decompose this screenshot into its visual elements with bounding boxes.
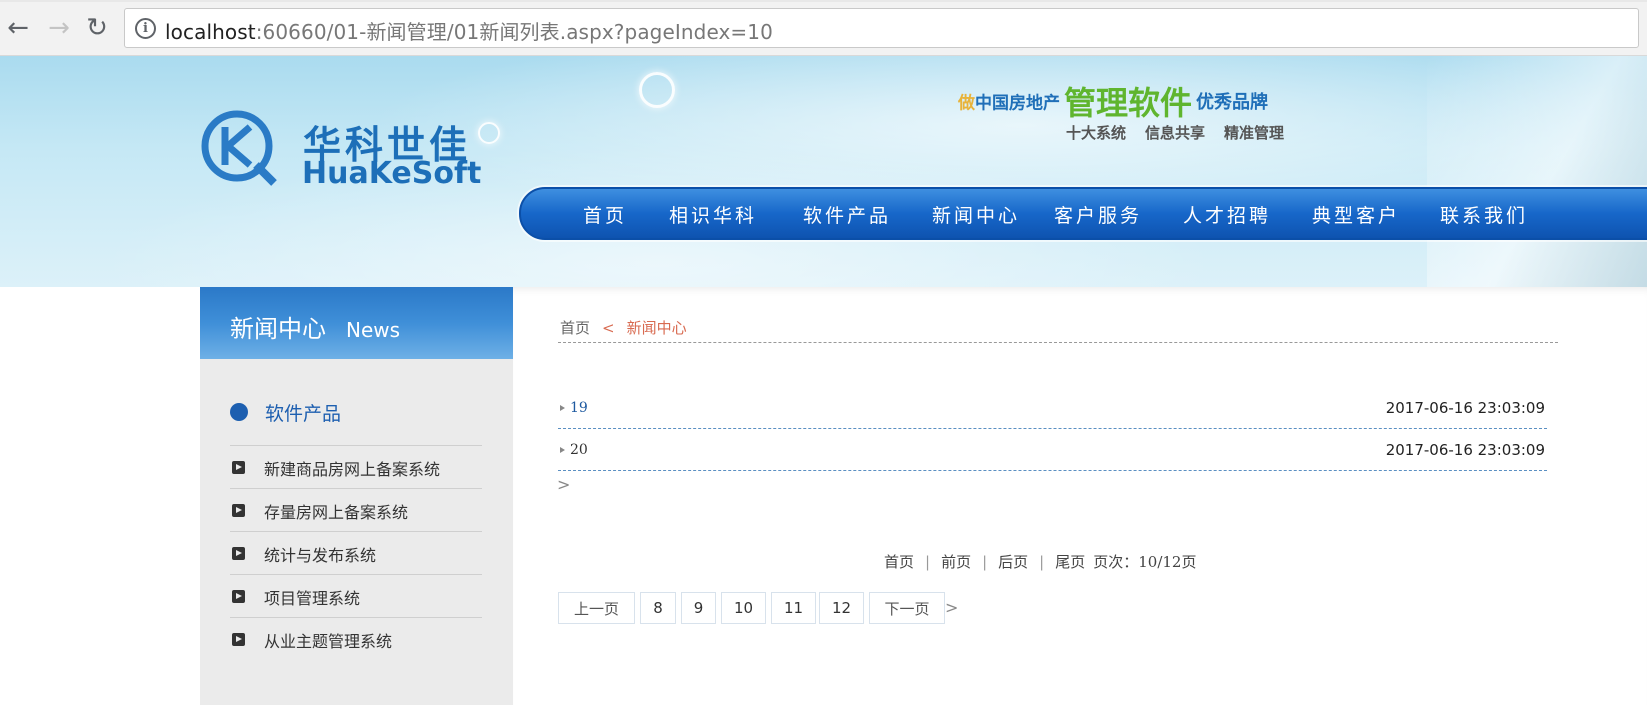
pager-summary: 首页 | 前页 | 后页 | 尾页 页次：10/12页: [884, 551, 1196, 572]
news-date: 2017-06-16 23:03:09: [1385, 441, 1545, 459]
pager-page-info: 页次：10/12页: [1093, 553, 1197, 571]
bubble-decoration: [639, 72, 675, 108]
page-button-11[interactable]: 11: [771, 592, 816, 624]
browser-toolbar: ← → ↻ i localhost:60660/01-新闻管理/01新闻列表.a…: [0, 0, 1647, 56]
slogan-part-a: 中国房地产: [975, 93, 1060, 114]
breadcrumb-current[interactable]: 新闻中心: [627, 319, 687, 337]
page-button-8[interactable]: 8: [640, 592, 676, 624]
page-button-10[interactable]: 10: [721, 592, 766, 624]
sidebar-item-label: 存量房网上备案系统: [264, 503, 409, 522]
bullet-arrow-icon: [560, 405, 565, 411]
pager-divider: |: [925, 553, 931, 571]
site-header: 华科世佳 HuaKeSoft 做中国房地产 管理软件 优秀品牌 十大系统 信息共享 精准…: [0, 56, 1647, 287]
sidebar-item-label: 项目管理系统: [264, 589, 361, 608]
news-row[interactable]: 19 2017-06-16 23:03:09: [558, 388, 1547, 429]
play-arrow-icon: [232, 590, 245, 603]
sidebar-item-label: 从业主题管理系统: [264, 632, 393, 651]
sidebar-item[interactable]: 统计与发布系统: [230, 531, 482, 574]
main-navigation: 首页 相识华科 软件产品 新闻中心 客户服务 人才招聘 典型客户 联系我们: [519, 187, 1647, 240]
site-info-icon[interactable]: i: [135, 18, 156, 39]
sidebar-category-label: 软件产品: [265, 403, 342, 425]
sidebar: 新闻中心 News 软件产品 新建商品房网上备案系统 存量房网上备案系统 统计与…: [200, 287, 513, 705]
breadcrumb-divider: [558, 342, 1558, 343]
forward-arrow-icon[interactable]: →: [44, 10, 74, 46]
breadcrumb-home[interactable]: 首页: [560, 319, 590, 337]
tagline: 十大系统 信息共享 精准管理: [1066, 122, 1303, 143]
slogan: 做中国房地产 管理软件 优秀品牌: [958, 78, 1269, 122]
nav-item-about[interactable]: 相识华科: [669, 201, 757, 228]
pager-divider: |: [1039, 553, 1045, 571]
next-page-button[interactable]: 下一页: [869, 592, 945, 624]
header-decoration: [1427, 56, 1647, 287]
reload-icon[interactable]: ↻: [82, 10, 112, 46]
bullet-arrow-icon: [560, 447, 565, 453]
sidebar-item[interactable]: 存量房网上备案系统: [230, 488, 482, 531]
nav-item-clients[interactable]: 典型客户: [1312, 201, 1400, 228]
chevron-right-icon[interactable]: >: [945, 598, 958, 617]
sidebar-item-label: 统计与发布系统: [264, 546, 377, 565]
page-button-12[interactable]: 12: [819, 592, 864, 624]
breadcrumb: 首页 < 新闻中心: [560, 317, 687, 338]
sidebar-item[interactable]: 项目管理系统: [230, 574, 482, 617]
nav-item-contact[interactable]: 联系我们: [1440, 201, 1528, 228]
nav-item-jobs[interactable]: 人才招聘: [1183, 201, 1271, 228]
nav-item-products[interactable]: 软件产品: [803, 201, 891, 228]
news-date: 2017-06-16 23:03:09: [1385, 399, 1545, 417]
pager-first-link[interactable]: 首页: [884, 553, 914, 571]
bubble-decoration: [478, 122, 500, 144]
main-content: 首页 < 新闻中心 19 2017-06-16 23:03:09 20 2017-0…: [513, 287, 1647, 705]
pager-prev-link[interactable]: 前页: [941, 553, 971, 571]
nav-item-home[interactable]: 首页: [583, 201, 627, 228]
sidebar-list: 新建商品房网上备案系统 存量房网上备案系统 统计与发布系统 项目管理系统 从业主…: [230, 445, 482, 660]
slogan-part-c: 优秀品牌: [1196, 92, 1269, 113]
sidebar-header: 新闻中心 News: [200, 287, 513, 359]
slogan-part-b: 管理软件: [1064, 84, 1193, 122]
prev-page-button[interactable]: 上一页: [558, 592, 635, 624]
sidebar-item[interactable]: 从业主题管理系统: [230, 617, 482, 660]
pager-last-link[interactable]: 尾页: [1055, 553, 1085, 571]
page-button-9[interactable]: 9: [681, 592, 716, 624]
logo-icon[interactable]: [200, 109, 278, 187]
address-bar[interactable]: i localhost:60660/01-新闻管理/01新闻列表.aspx?pa…: [124, 8, 1639, 48]
play-arrow-icon: [232, 461, 245, 474]
sidebar-title: 新闻中心: [230, 315, 326, 343]
url-host: localhost: [165, 20, 256, 44]
breadcrumb-separator: <: [602, 319, 615, 337]
news-title[interactable]: 20: [570, 442, 588, 458]
tagline-item: 精准管理: [1224, 124, 1285, 142]
pager-divider: |: [982, 553, 988, 571]
sidebar-title-en: News: [346, 318, 401, 342]
nav-item-news[interactable]: 新闻中心: [932, 201, 1020, 228]
play-arrow-icon: [232, 547, 245, 560]
back-arrow-icon[interactable]: ←: [3, 10, 33, 46]
sidebar-item-label: 新建商品房网上备案系统: [264, 460, 441, 479]
url-text[interactable]: localhost:60660/01-新闻管理/01新闻列表.aspx?page…: [165, 16, 773, 45]
chevron-right-icon[interactable]: >: [557, 475, 570, 494]
pager-next-link[interactable]: 后页: [998, 553, 1028, 571]
news-title[interactable]: 19: [570, 400, 588, 416]
tagline-item: 信息共享: [1145, 124, 1206, 142]
logo-english-name[interactable]: HuaKeSoft: [302, 156, 481, 191]
slogan-prefix: 做: [958, 93, 975, 114]
tagline-item: 十大系统: [1066, 124, 1127, 142]
news-row[interactable]: 20 2017-06-16 23:03:09: [558, 430, 1547, 471]
toolbar-top-border: [0, 0, 1647, 2]
play-arrow-icon: [232, 633, 245, 646]
play-arrow-icon: [232, 504, 245, 517]
bullet-dot-icon: [230, 403, 248, 421]
url-path: :60660/01-新闻管理/01新闻列表.aspx?pageIndex=10: [255, 20, 773, 44]
sidebar-item[interactable]: 新建商品房网上备案系统: [230, 445, 482, 488]
nav-item-service[interactable]: 客户服务: [1054, 201, 1142, 228]
